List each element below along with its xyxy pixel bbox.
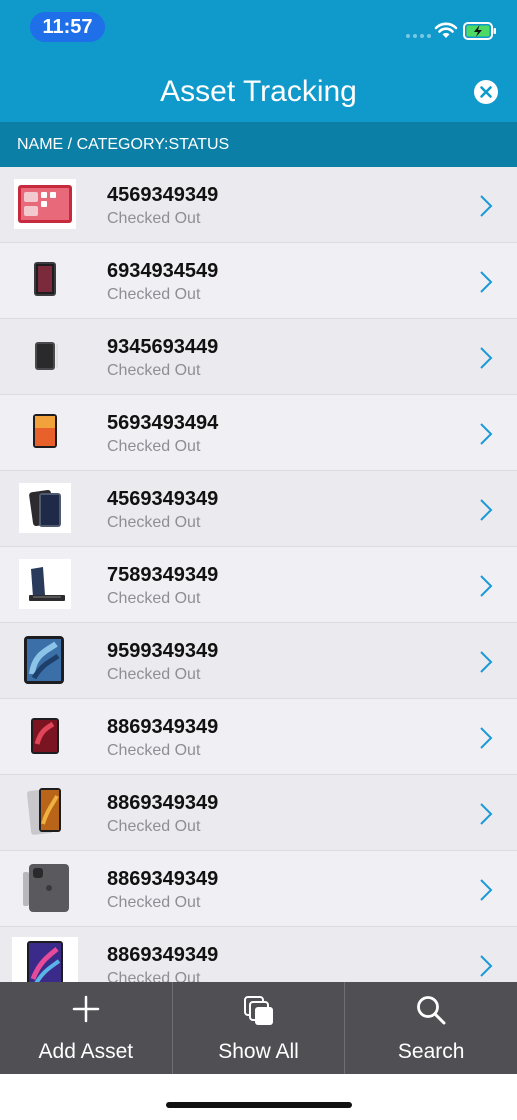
asset-number: 8869349349 bbox=[107, 868, 219, 890]
home-indicator[interactable] bbox=[166, 1102, 352, 1108]
asset-row[interactable]: 7589349349 Checked Out bbox=[0, 547, 517, 623]
asset-number: 6934934549 bbox=[107, 260, 219, 282]
page-title: Asset Tracking bbox=[160, 75, 357, 108]
search-icon bbox=[417, 996, 446, 1025]
wifi-icon bbox=[434, 22, 458, 38]
asset-row[interactable]: 8869349349 Checked Out bbox=[0, 927, 517, 982]
status-time: 11:57 bbox=[30, 12, 105, 42]
ipad-keyboard-icon bbox=[19, 559, 71, 609]
asset-row[interactable]: 8869349349 Checked Out bbox=[0, 699, 517, 775]
chevron-right-icon bbox=[480, 955, 493, 977]
asset-status: Checked Out bbox=[107, 438, 201, 455]
asset-status: Checked Out bbox=[107, 894, 201, 911]
asset-row[interactable]: 6934934549 Checked Out bbox=[0, 243, 517, 319]
asset-status: Checked Out bbox=[107, 286, 201, 303]
ipad-pro-red-icon bbox=[14, 711, 76, 761]
ipad-pink-icon bbox=[14, 179, 76, 229]
asset-list: 4569349349 Checked Out 6934934549 Checke… bbox=[0, 167, 517, 982]
add-asset-label: Add Asset bbox=[38, 1040, 134, 1063]
chevron-right-icon bbox=[480, 803, 493, 825]
ipad-pro-back-icon bbox=[14, 863, 76, 913]
asset-row[interactable]: 4569349349 Checked Out bbox=[0, 167, 517, 243]
asset-number: 7589349349 bbox=[107, 564, 219, 586]
asset-row[interactable]: 4569349349 Checked Out bbox=[0, 471, 517, 547]
show-all-button[interactable]: Show All bbox=[173, 982, 346, 1074]
chevron-right-icon bbox=[480, 575, 493, 597]
asset-status: Checked Out bbox=[107, 970, 201, 982]
show-all-label: Show All bbox=[218, 1040, 299, 1063]
asset-number: 5693493494 bbox=[107, 412, 219, 434]
cellular-signal-icon bbox=[406, 34, 431, 38]
app-header: 11:57 Asset Tracking bbox=[0, 0, 517, 122]
asset-status: Checked Out bbox=[107, 590, 201, 607]
close-icon[interactable] bbox=[473, 79, 499, 105]
ipad-air-icon bbox=[19, 483, 71, 533]
asset-status: Checked Out bbox=[107, 514, 201, 531]
asset-number: 8869349349 bbox=[107, 716, 219, 738]
ipad-pro-purple-icon bbox=[12, 937, 78, 982]
asset-row[interactable]: 8869349349 Checked Out bbox=[0, 851, 517, 927]
ipad-pro-silver-icon bbox=[14, 787, 76, 837]
asset-row[interactable]: 5693493494 Checked Out bbox=[0, 395, 517, 471]
stacked-pages-icon bbox=[243, 996, 273, 1025]
plus-icon bbox=[72, 995, 100, 1023]
column-header-label: NAME / CATEGORY:STATUS bbox=[17, 136, 230, 153]
chevron-right-icon bbox=[480, 195, 493, 217]
asset-number: 4569349349 bbox=[107, 488, 219, 510]
chevron-right-icon bbox=[480, 651, 493, 673]
asset-status: Checked Out bbox=[107, 666, 201, 683]
asset-number: 4569349349 bbox=[107, 184, 219, 206]
bottom-toolbar: Add Asset Show All Search bbox=[0, 982, 517, 1074]
ipad-gray-icon bbox=[14, 331, 76, 381]
battery-charging-icon bbox=[463, 22, 496, 40]
asset-status: Checked Out bbox=[107, 818, 201, 835]
asset-number: 8869349349 bbox=[107, 792, 219, 814]
asset-number: 8869349349 bbox=[107, 944, 219, 966]
add-asset-button[interactable]: Add Asset bbox=[0, 982, 173, 1074]
chevron-right-icon bbox=[480, 727, 493, 749]
ipad-air-blue-icon bbox=[14, 635, 76, 685]
search-label: Search bbox=[397, 1040, 465, 1063]
home-area bbox=[0, 1074, 517, 1120]
ipad-orange-icon bbox=[14, 407, 76, 457]
asset-row[interactable]: 9345693449 Checked Out bbox=[0, 319, 517, 395]
asset-row[interactable]: 9599349349 Checked Out bbox=[0, 623, 517, 699]
asset-row[interactable]: 8869349349 Checked Out bbox=[0, 775, 517, 851]
chevron-right-icon bbox=[480, 271, 493, 293]
asset-number: 9599349349 bbox=[107, 640, 219, 662]
ipad-dark-icon bbox=[14, 255, 76, 305]
chevron-right-icon bbox=[480, 347, 493, 369]
asset-number: 9345693449 bbox=[107, 336, 219, 358]
asset-status: Checked Out bbox=[107, 210, 201, 227]
column-header: NAME / CATEGORY:STATUS bbox=[0, 122, 517, 167]
chevron-right-icon bbox=[480, 879, 493, 901]
chevron-right-icon bbox=[480, 499, 493, 521]
asset-status: Checked Out bbox=[107, 362, 201, 379]
chevron-right-icon bbox=[480, 423, 493, 445]
asset-status: Checked Out bbox=[107, 742, 201, 759]
search-button[interactable]: Search bbox=[345, 982, 517, 1074]
